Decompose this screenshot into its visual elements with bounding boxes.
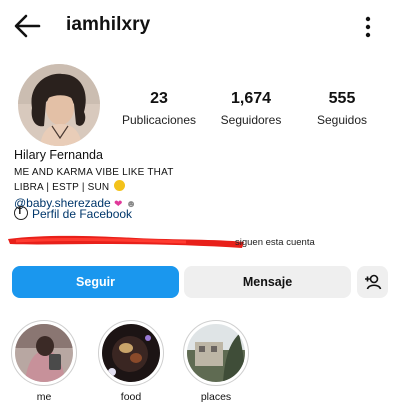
display-name: Hilary Fernanda	[14, 148, 103, 162]
top-bar: iamhilxry	[0, 0, 400, 52]
facebook-profile-link[interactable]: Perfil de Facebook	[14, 205, 132, 221]
back-arrow-icon	[14, 14, 41, 38]
following-count[interactable]: 555 Seguidos	[311, 90, 373, 127]
add-person-icon	[364, 274, 381, 290]
message-button[interactable]: Mensaje	[184, 266, 351, 298]
highlight-label: me	[36, 391, 52, 403]
follow-button[interactable]: Seguir	[12, 266, 179, 298]
followers-label: Seguidores	[220, 113, 282, 127]
following-number: 555	[328, 90, 356, 107]
mutual-followers-text[interactable]: siguen esta cuenta	[235, 237, 315, 248]
bio-line-2: LIBRA | ESTP | SUN	[14, 182, 110, 193]
facebook-icon	[14, 205, 28, 220]
highlight-me[interactable]: me	[11, 320, 77, 403]
facebook-link-label: Perfil de Facebook	[32, 207, 133, 221]
highlight-cover-places	[187, 324, 245, 382]
posts-count[interactable]: 23 Publicaciones	[121, 90, 197, 127]
sun-emoji-icon	[114, 180, 126, 191]
redaction-scribble	[8, 235, 244, 248]
bio-line-2-wrap: LIBRA | ESTP | SUN	[14, 180, 344, 195]
highlight-food[interactable]: food	[98, 320, 164, 403]
back-button[interactable]	[12, 12, 42, 40]
posts-number: 23	[150, 90, 168, 107]
more-options-button[interactable]	[358, 14, 378, 40]
highlight-ring	[11, 320, 77, 386]
highlight-ring	[98, 320, 164, 386]
posts-label: Publicaciones	[121, 113, 197, 127]
highlight-label: places	[200, 391, 232, 403]
bio-line-1: ME AND KARMA VIBE LIKE THAT	[14, 167, 174, 178]
highlight-ring	[183, 320, 249, 386]
suggested-accounts-button[interactable]	[357, 266, 388, 298]
profile-avatar[interactable]	[18, 64, 100, 146]
highlight-label: food	[120, 391, 142, 403]
highlight-places[interactable]: places	[183, 320, 249, 403]
following-label: Seguidos	[316, 113, 368, 127]
more-options-icon	[365, 16, 371, 38]
profile-username: iamhilxry	[66, 14, 151, 35]
highlight-cover-food	[102, 324, 160, 382]
avatar-image	[18, 64, 100, 146]
followers-count[interactable]: 1,674 Seguidores	[216, 90, 286, 127]
followers-number: 1,674	[230, 90, 272, 107]
profile-bio: Hilary Fernanda ME AND KARMA VIBE LIKE T…	[14, 148, 344, 211]
highlight-cover-me	[15, 324, 73, 382]
